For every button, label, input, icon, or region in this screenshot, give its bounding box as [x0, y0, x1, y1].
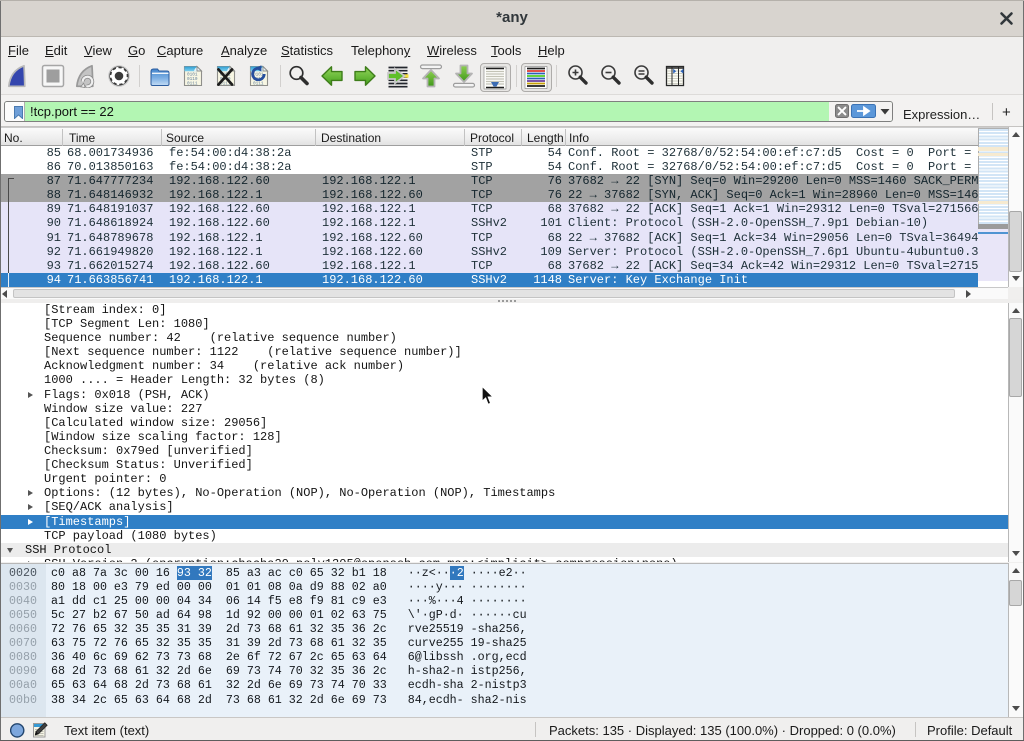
svg-text:0111: 0111: [187, 82, 198, 87]
svg-text:0111: 0111: [253, 82, 264, 87]
